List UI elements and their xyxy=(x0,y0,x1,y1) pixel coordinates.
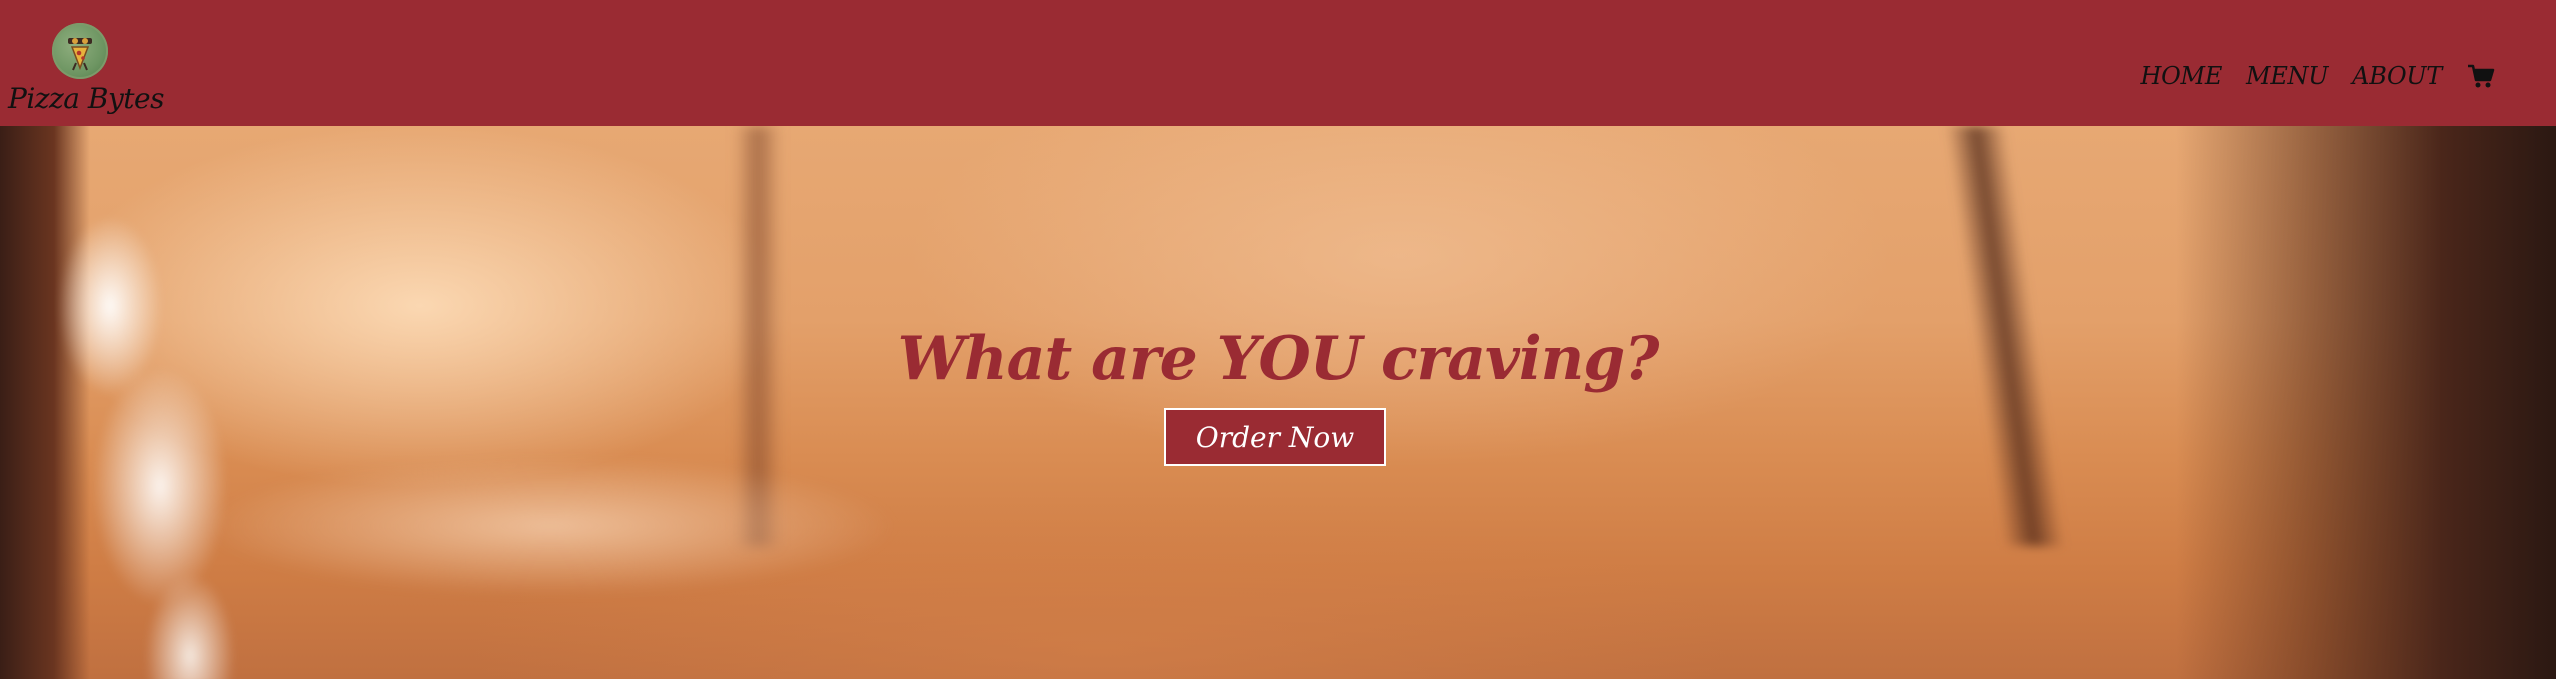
oven-shadow-right xyxy=(2176,126,2556,679)
oven-floor-glow xyxy=(200,456,900,596)
site-header: Pizza Bytes HOME MENU ABOUT xyxy=(0,0,2556,126)
nav-home-link[interactable]: HOME xyxy=(2141,62,2223,90)
main-nav: HOME MENU ABOUT xyxy=(2141,62,2496,90)
page: Pizza Bytes HOME MENU ABOUT What are YOU… xyxy=(0,0,2556,679)
brand-name: Pizza Bytes xyxy=(8,82,164,115)
shopping-cart-icon[interactable] xyxy=(2466,62,2496,90)
oven-flame xyxy=(30,186,270,679)
pizza-slice-logo-icon xyxy=(52,23,108,79)
nav-menu-link[interactable]: MENU xyxy=(2246,62,2328,90)
hero-headline: What are YOU craving? xyxy=(897,324,1660,395)
order-now-button[interactable]: Order Now xyxy=(1164,408,1386,466)
nav-about-link[interactable]: ABOUT xyxy=(2352,62,2442,90)
hero-banner: What are YOU craving? Order Now xyxy=(0,126,2556,679)
brand-home-link[interactable]: Pizza Bytes xyxy=(8,20,164,120)
